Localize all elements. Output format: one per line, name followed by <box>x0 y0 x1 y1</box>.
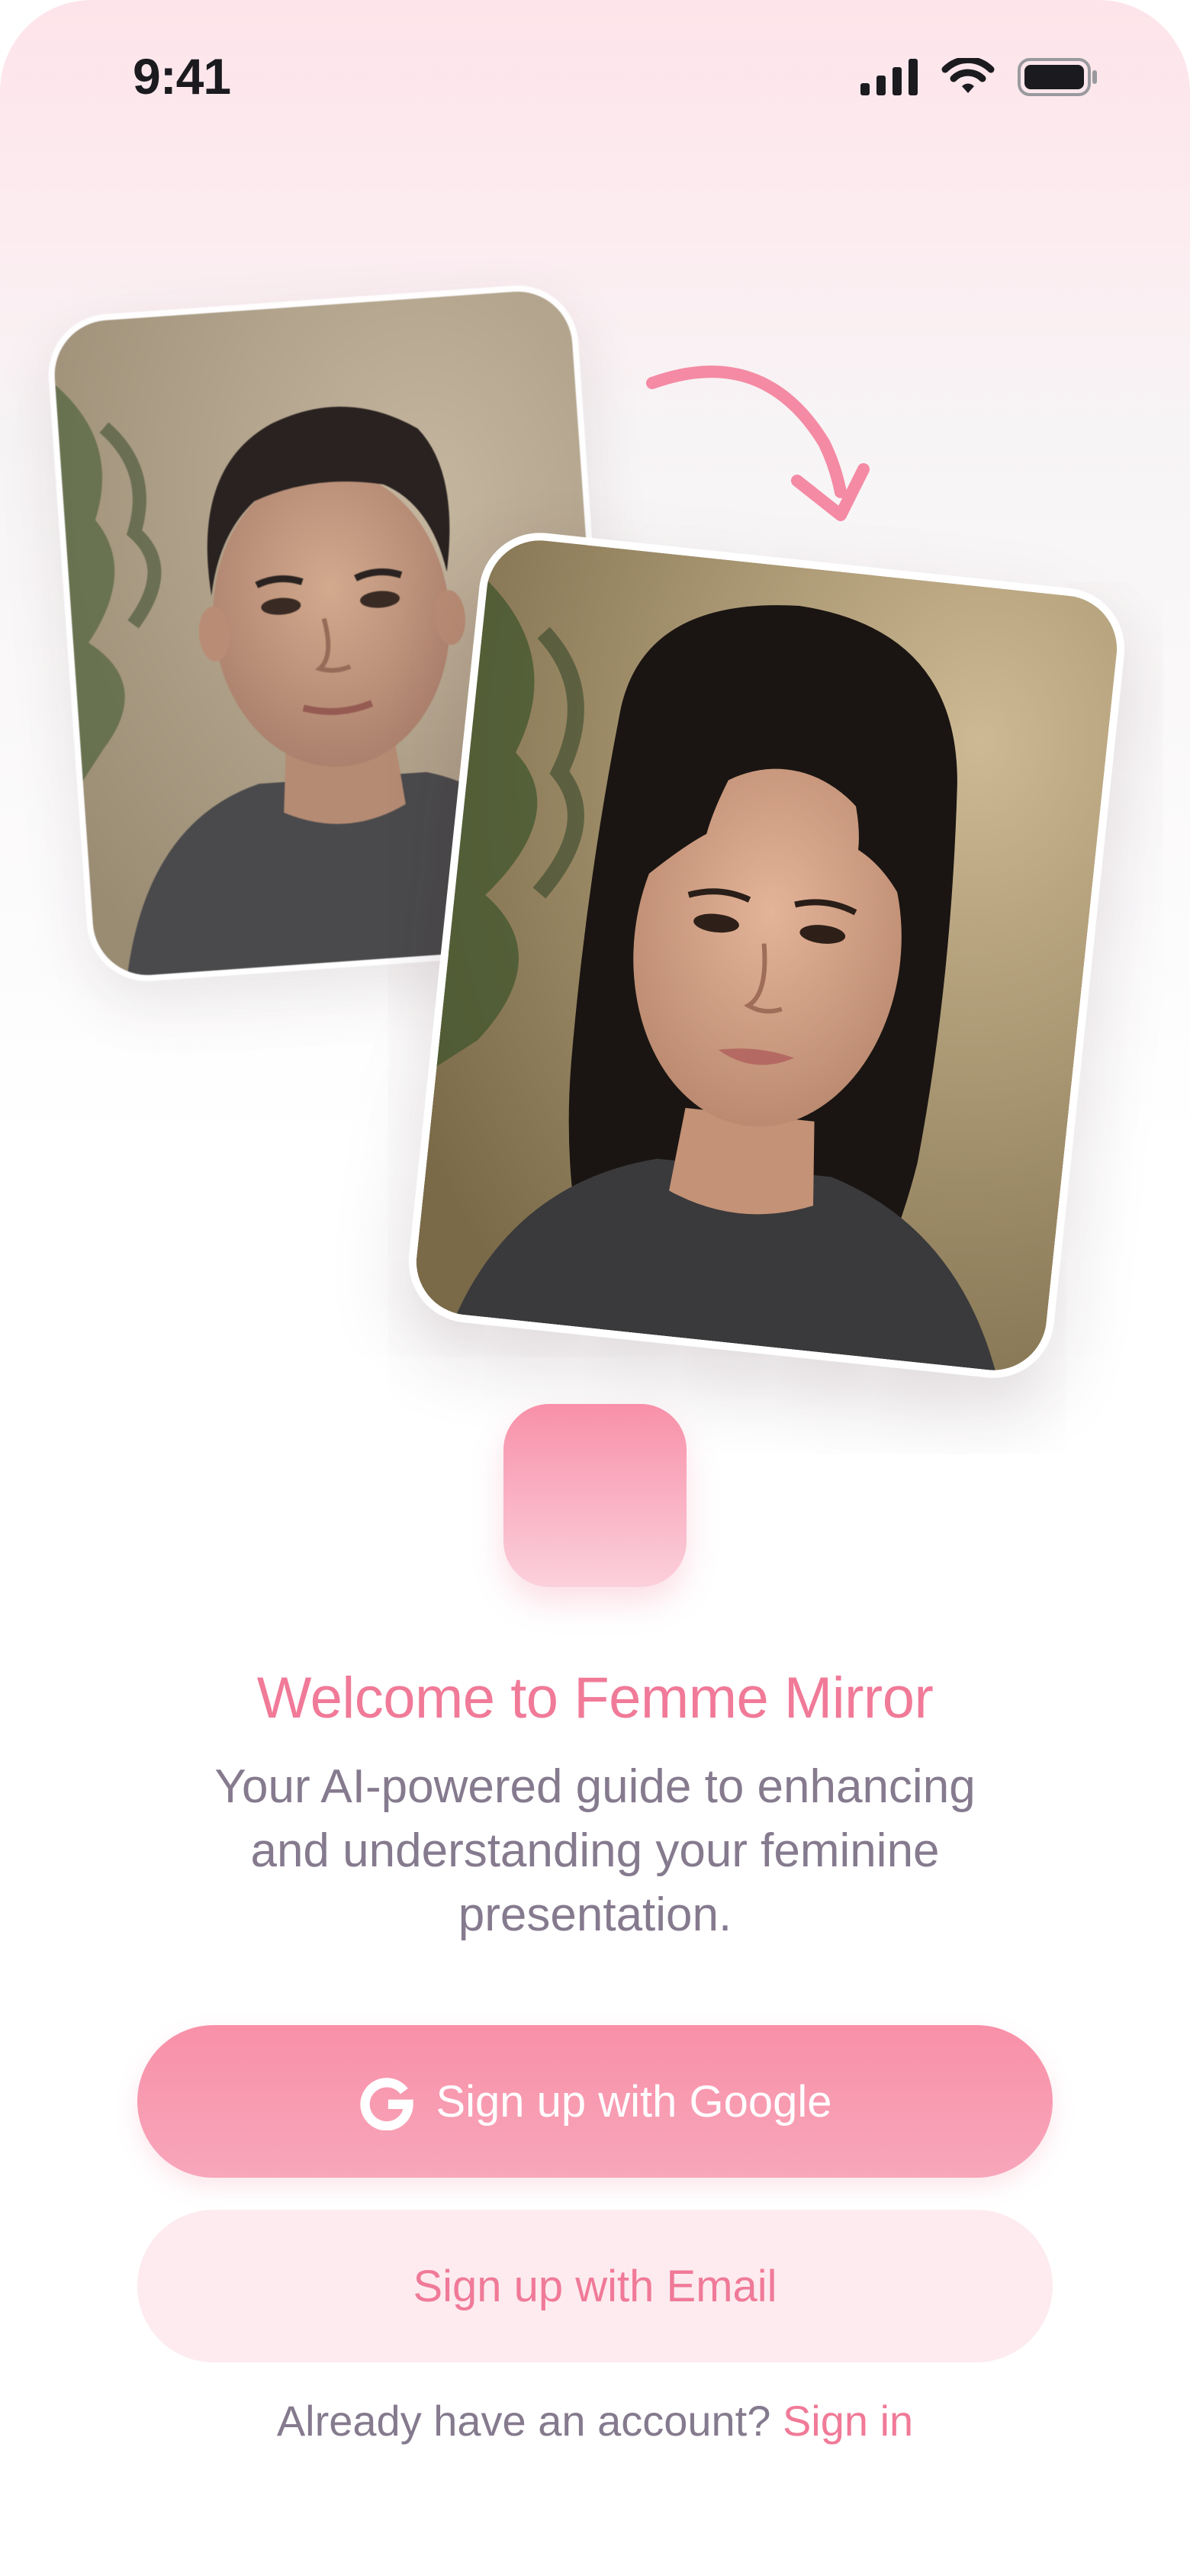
status-time: 9:41 <box>133 48 231 105</box>
sign-up-google-button[interactable]: Sign up with Google <box>137 2025 1053 2178</box>
signin-prompt: Already have an account? <box>276 2397 771 2445</box>
curved-arrow-icon <box>646 365 870 521</box>
onboarding-screen: 9:41 Welcome to Femme Mirror Your AI-pow… <box>0 0 1190 2576</box>
cellular-signal-icon <box>860 59 918 95</box>
signin-row: Already have an account? Sign in <box>0 2396 1190 2446</box>
battery-icon <box>1018 58 1097 96</box>
google-icon <box>360 2078 414 2130</box>
app-logo <box>503 1404 687 1587</box>
wifi-icon <box>941 58 995 93</box>
status-bar: 9:41 <box>0 0 1190 160</box>
welcome-subtitle: Your AI-powered guide to enhancing and u… <box>214 1760 976 1941</box>
sign-up-email-button[interactable]: Sign up with Email <box>137 2210 1053 2362</box>
sign-up-google-label: Sign up with Google <box>436 2076 832 2127</box>
sign-up-email-label: Sign up with Email <box>413 2261 777 2311</box>
after-photo <box>402 526 1131 1384</box>
signin-link[interactable]: Sign in <box>783 2397 913 2445</box>
status-icons <box>860 58 1098 96</box>
welcome-title: Welcome to Femme Mirror <box>256 1666 934 1731</box>
